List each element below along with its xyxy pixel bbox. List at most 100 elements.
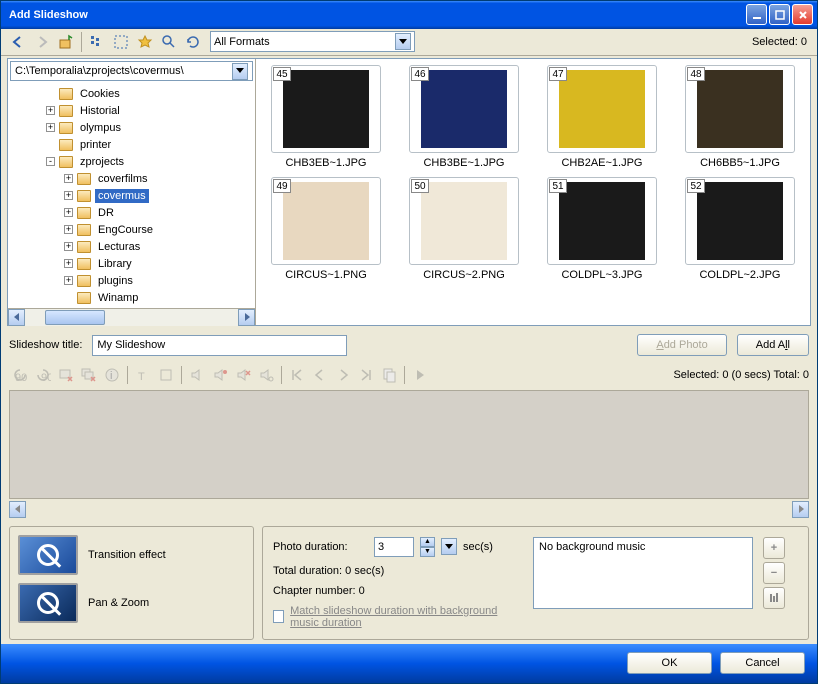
copy-button[interactable]	[378, 364, 400, 386]
up-button[interactable]	[55, 31, 77, 53]
duration-spinner[interactable]: ▲ ▼	[420, 537, 435, 557]
tree-item[interactable]: +plugins	[8, 272, 255, 289]
tree-item[interactable]: + Historial	[8, 102, 255, 119]
expand-toggle[interactable]: +	[64, 191, 73, 200]
maximize-button[interactable]	[769, 4, 790, 25]
timeline-scroll-left[interactable]	[9, 501, 26, 518]
thumbnail-item[interactable]: 50CIRCUS~2.PNG	[400, 177, 528, 281]
move-right-button[interactable]	[332, 364, 354, 386]
select-all-button[interactable]	[110, 31, 132, 53]
tree-item[interactable]: Winamp	[8, 289, 255, 306]
music-remove-button[interactable]: −	[763, 562, 785, 584]
tree-view-button[interactable]	[86, 31, 108, 53]
expand-toggle[interactable]: +	[64, 259, 73, 268]
match-duration-checkbox[interactable]	[273, 610, 284, 623]
path-dropdown-button[interactable]	[232, 63, 248, 80]
format-filter-combo[interactable]: All Formats	[210, 31, 415, 52]
duration-dropdown[interactable]	[441, 538, 457, 555]
tree-item[interactable]: +Lecturas	[8, 238, 255, 255]
tree-item[interactable]: -zprojects	[8, 153, 255, 170]
thumbnail-item[interactable]: 51COLDPL~3.JPG	[538, 177, 666, 281]
audio-settings-button[interactable]	[255, 364, 277, 386]
expand-toggle[interactable]: +	[64, 174, 73, 183]
expand-toggle[interactable]: +	[46, 106, 55, 115]
scroll-right-button[interactable]	[238, 309, 255, 326]
forward-button[interactable]	[31, 31, 53, 53]
thumbnail-item[interactable]: 47CHB2AE~1.JPG	[538, 65, 666, 169]
pan-zoom-button[interactable]: Pan & Zoom	[18, 583, 245, 623]
play-button[interactable]	[409, 364, 431, 386]
tree-item[interactable]: +EngCourse	[8, 221, 255, 238]
background-music-list[interactable]: No background music	[533, 537, 753, 609]
thumbnail-item[interactable]: 49CIRCUS~1.PNG	[262, 177, 390, 281]
move-first-button[interactable]	[286, 364, 308, 386]
thumbnail-item[interactable]: 46CHB3BE~1.JPG	[400, 65, 528, 169]
thumbnail-item[interactable]: 45CHB3EB~1.JPG	[262, 65, 390, 169]
expand-toggle[interactable]: +	[46, 123, 55, 132]
thumb-filename: CIRCUS~2.PNG	[423, 269, 505, 281]
path-input[interactable]: C:\Temporalia\zprojects\covermus\	[10, 61, 253, 81]
tree-item[interactable]: +Library	[8, 255, 255, 272]
ok-button[interactable]: OK	[627, 652, 712, 674]
expand-toggle[interactable]: +	[64, 242, 73, 251]
tree-scrollbar[interactable]	[8, 308, 255, 325]
crop-button[interactable]	[155, 364, 177, 386]
tree-item[interactable]: +coverfilms	[8, 170, 255, 187]
thumb-filename: COLDPL~3.JPG	[561, 269, 642, 281]
add-all-button[interactable]: Add All	[737, 334, 809, 356]
timeline-scrollbar[interactable]	[9, 501, 809, 518]
move-last-button[interactable]	[355, 364, 377, 386]
timeline-scroll-track[interactable]	[26, 501, 792, 518]
slideshow-title-input[interactable]	[92, 335, 347, 356]
scroll-track[interactable]	[25, 309, 238, 326]
spin-up-button[interactable]: ▲	[420, 537, 435, 547]
tree-item[interactable]: printer	[8, 136, 255, 153]
refresh-button[interactable]	[182, 31, 204, 53]
music-options-button[interactable]	[763, 587, 785, 609]
thumb-filename: CIRCUS~1.PNG	[285, 269, 367, 281]
tree-item[interactable]: Cookies	[8, 85, 255, 102]
close-button[interactable]	[792, 4, 813, 25]
titlebar[interactable]: Add Slideshow	[1, 1, 817, 29]
expand-toggle[interactable]: -	[46, 157, 55, 166]
audio-add-button[interactable]	[186, 364, 208, 386]
audio-remove-button[interactable]	[232, 364, 254, 386]
transition-effect-button[interactable]: Transition effect	[18, 535, 245, 575]
favorites-button[interactable]	[134, 31, 156, 53]
thumb-image	[283, 182, 369, 260]
match-duration-checkbox-row[interactable]: Match slideshow duration with background…	[273, 605, 523, 629]
timeline-strip[interactable]	[9, 390, 809, 499]
tree-label: Historial	[77, 104, 123, 118]
tree-item[interactable]: +DR	[8, 204, 255, 221]
move-left-button[interactable]	[309, 364, 331, 386]
remove-all-button[interactable]	[78, 364, 100, 386]
timeline-scroll-right[interactable]	[792, 501, 809, 518]
tree-item[interactable]: +olympus	[8, 119, 255, 136]
expand-toggle[interactable]: +	[64, 208, 73, 217]
thumbnails-panel[interactable]: 45CHB3EB~1.JPG46CHB3BE~1.JPG47CHB2AE~1.J…	[256, 59, 810, 325]
find-button[interactable]	[158, 31, 180, 53]
rotate-right-button[interactable]: 90	[32, 364, 54, 386]
rotate-left-button[interactable]: 90	[9, 364, 31, 386]
photo-duration-input[interactable]	[374, 537, 414, 557]
spin-down-button[interactable]: ▼	[420, 547, 435, 557]
scroll-thumb[interactable]	[45, 310, 105, 325]
combo-dropdown-button[interactable]	[395, 33, 411, 50]
add-photo-button[interactable]: Add Photo	[637, 334, 726, 356]
folder-icon	[59, 105, 73, 117]
thumbnail-item[interactable]: 48CH6BB5~1.JPG	[676, 65, 804, 169]
thumbnail-item[interactable]: 52COLDPL~2.JPG	[676, 177, 804, 281]
cancel-button[interactable]: Cancel	[720, 652, 805, 674]
info-button[interactable]: i	[101, 364, 123, 386]
expand-toggle[interactable]: +	[64, 276, 73, 285]
back-button[interactable]	[7, 31, 29, 53]
remove-button[interactable]	[55, 364, 77, 386]
text-button[interactable]: T	[132, 364, 154, 386]
music-add-button[interactable]: +	[763, 537, 785, 559]
folder-tree[interactable]: Cookies + Historial+olympusprinter-zprojec…	[8, 83, 255, 308]
tree-item[interactable]: +covermus	[8, 187, 255, 204]
scroll-left-button[interactable]	[8, 309, 25, 326]
minimize-button[interactable]	[746, 4, 767, 25]
expand-toggle[interactable]: +	[64, 225, 73, 234]
audio-record-button[interactable]	[209, 364, 231, 386]
